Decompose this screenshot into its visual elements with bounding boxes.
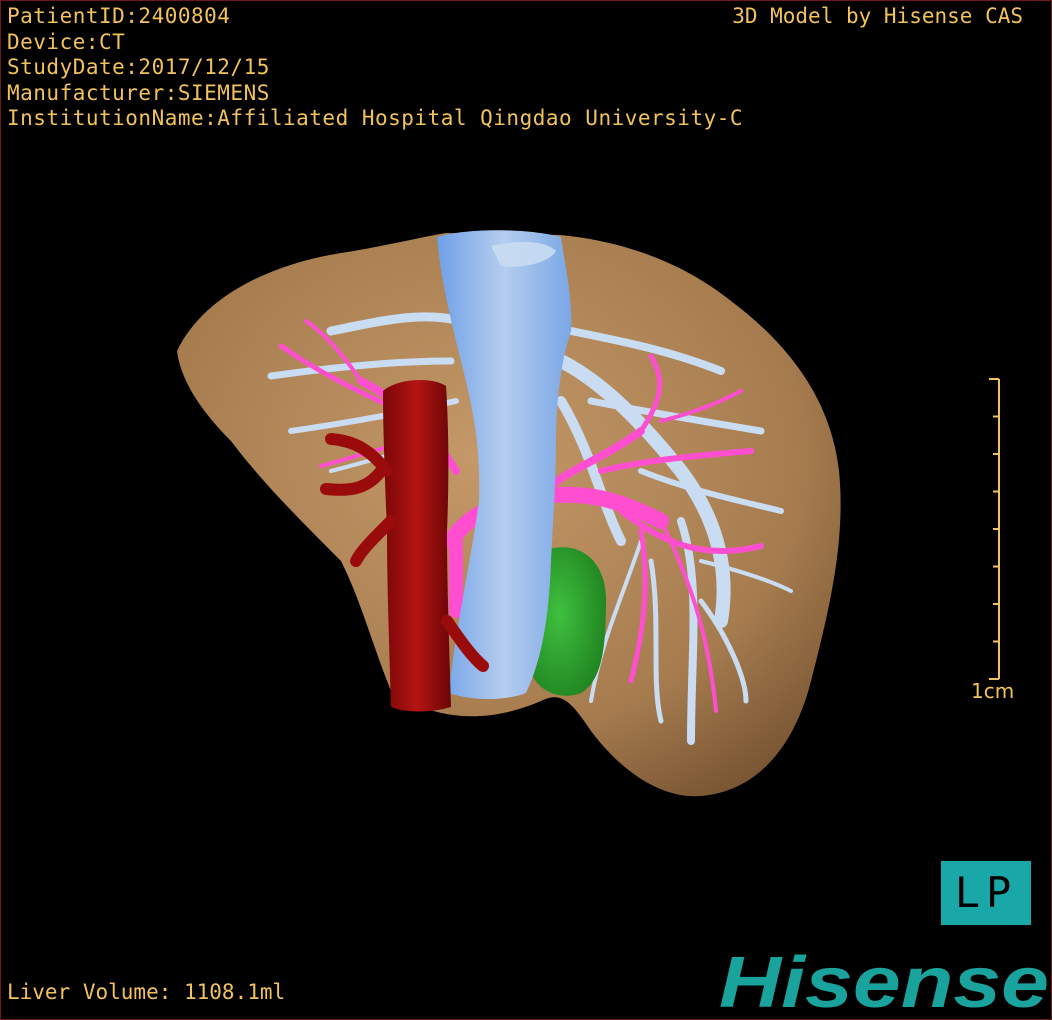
manufacturer-text: Manufacturer:SIEMENS (7, 80, 270, 105)
study-date-text: StudyDate:2017/12/15 (7, 55, 270, 79)
3d-viewport[interactable]: PatientID:2400804 Device:CT StudyDate:20… (0, 0, 1052, 1020)
patient-id-text: PatientID:2400804 (7, 4, 231, 28)
device-text: Device:CT (7, 29, 126, 54)
liver-3d-model[interactable] (1, 1, 1051, 1019)
hisense-logo: Hisense (719, 945, 1049, 1015)
orientation-indicator[interactable]: LP (941, 861, 1031, 925)
liver-volume-text: Liver Volume: 1108.1ml (7, 980, 286, 1004)
model-credit-text: 3D Model by Hisense CAS (732, 4, 1023, 28)
hisense-logo-text: Hisense (719, 945, 1049, 1015)
scale-bar (989, 378, 1000, 680)
institution-text: InstitutionName:Affiliated Hospital Qing… (7, 106, 744, 130)
scale-bar-label: 1cm (971, 679, 1015, 703)
dicom-info-overlay: PatientID:2400804 Device:CT StudyDate:20… (7, 4, 743, 132)
